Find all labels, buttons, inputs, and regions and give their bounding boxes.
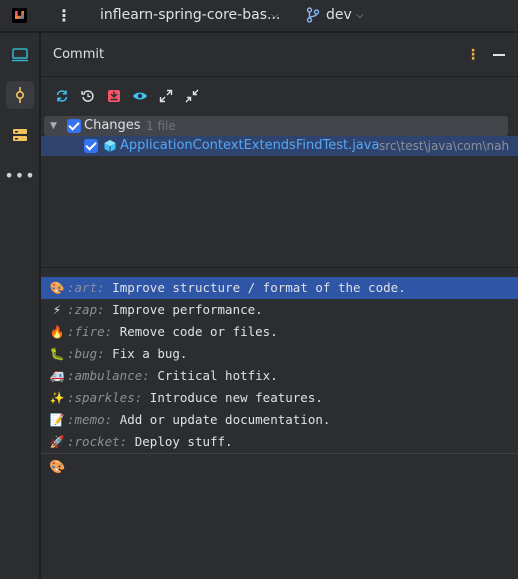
commit-icon xyxy=(16,87,25,103)
gitmoji-text: :memo: Add or update documentation. xyxy=(67,409,330,431)
emoji-icon: 🔥 xyxy=(49,325,65,339)
gitmoji-text: :fire: Remove code or files. xyxy=(67,321,278,343)
changelist-checkbox[interactable] xyxy=(67,119,81,133)
show-diff-icon xyxy=(133,92,147,100)
expand-all-button[interactable] xyxy=(153,85,179,107)
rollback-button[interactable] xyxy=(75,85,101,107)
project-tool-button[interactable] xyxy=(6,41,34,69)
gitmoji-item[interactable]: 📝:memo: Add or update documentation. xyxy=(41,409,518,431)
shelve-icon xyxy=(108,90,120,102)
gitmoji-description: Improve performance. xyxy=(112,302,263,317)
gitmoji-code: :sparkles: xyxy=(67,390,143,405)
gitmoji-code: :memo: xyxy=(67,412,113,427)
changelist-count: 1 file xyxy=(146,119,176,133)
hide-panel-button[interactable] xyxy=(493,54,505,56)
java-test-class-icon xyxy=(104,140,116,152)
changelist-label: Changes xyxy=(84,118,141,133)
commit-toolbar xyxy=(49,85,205,107)
file-checkbox[interactable] xyxy=(84,139,98,153)
structure-tool-button[interactable] xyxy=(6,121,34,149)
file-path: src\test\java\com\nah xyxy=(379,139,510,153)
gitmoji-item[interactable]: 🚑:ambulance: Critical hotfix. xyxy=(41,365,518,387)
show-diff-button[interactable] xyxy=(127,85,153,107)
gitmoji-item[interactable]: ⚡ :zap: Improve performance. xyxy=(41,299,518,321)
commit-tool-button[interactable] xyxy=(6,81,34,109)
panel-title: Commit xyxy=(53,47,105,62)
app-logo-icon xyxy=(12,8,27,23)
changelist-node[interactable]: ▼ Changes 1 file xyxy=(44,116,508,136)
gitmoji-text: :zap: Improve performance. xyxy=(67,299,263,321)
gitmoji-code: :rocket: xyxy=(67,434,128,449)
emoji-icon: 🚑 xyxy=(49,369,65,383)
changed-file-node[interactable]: ApplicationContextExtendsFindTest.java s… xyxy=(41,136,518,156)
file-name: ApplicationContextExtendsFindTest.java xyxy=(120,138,380,153)
gitmoji-description: Fix a bug. xyxy=(112,346,188,361)
project-icon xyxy=(12,48,28,62)
gitmoji-text: :rocket: Deploy stuff. xyxy=(67,431,233,453)
gitmoji-description: Remove code or files. xyxy=(119,324,278,339)
gitmoji-text: :bug: Fix a bug. xyxy=(67,343,187,365)
gitmoji-text: :sparkles: Introduce new features. xyxy=(67,387,323,409)
project-selector[interactable]: inflearn-spring-core-bas... xyxy=(100,5,280,25)
gitmoji-item[interactable]: 🔥:fire: Remove code or files. xyxy=(41,321,518,343)
gitmoji-text: :ambulance: Critical hotfix. xyxy=(67,365,278,387)
collapse-all-button[interactable] xyxy=(179,85,205,107)
gitmoji-code: :ambulance: xyxy=(67,368,150,383)
panel-splitter[interactable] xyxy=(41,267,518,268)
gitmoji-item[interactable]: 🐛:bug: Fix a bug. xyxy=(41,343,518,365)
chevron-down-icon[interactable]: ▼ xyxy=(50,116,57,136)
refresh-icon xyxy=(56,90,68,102)
emoji-icon: 🐛 xyxy=(49,347,65,361)
commit-message-text: 🎨 xyxy=(49,460,66,475)
structure-icon xyxy=(13,129,27,141)
emoji-icon: ✨ xyxy=(49,391,65,405)
refresh-button[interactable] xyxy=(49,85,75,107)
gitmoji-item[interactable]: 🎨:art: Improve structure / format of the… xyxy=(41,277,518,299)
gitmoji-description: Add or update documentation. xyxy=(119,412,331,427)
gitmoji-code: :zap: xyxy=(67,302,105,317)
branch-selector[interactable]: dev xyxy=(326,5,352,25)
expand-all-icon xyxy=(159,89,173,103)
panel-options-button[interactable]: ⋮ xyxy=(465,45,481,65)
git-branch-icon[interactable] xyxy=(306,7,320,23)
commit-message-field[interactable]: 🎨 xyxy=(41,454,518,579)
emoji-icon: 🚀 xyxy=(49,435,65,449)
collapse-all-icon xyxy=(185,89,199,103)
rollback-icon xyxy=(81,90,94,102)
panel-header: Commit ⋮ xyxy=(41,33,518,77)
emoji-icon: 🎨 xyxy=(49,281,65,295)
gitmoji-code: :art: xyxy=(67,280,105,295)
tool-window-strip: ••• xyxy=(0,33,40,579)
chevron-down-icon[interactable]: ⌵ xyxy=(356,6,364,26)
gitmoji-text: :art: Improve structure / format of the … xyxy=(67,277,406,299)
project-name: inflearn-spring-core-bas... xyxy=(100,7,281,23)
more-icon: ••• xyxy=(4,165,36,185)
title-bar: ⋮ inflearn-spring-core-bas... ⌵ dev ⌵ xyxy=(0,0,518,32)
emoji-icon: 📝 xyxy=(49,413,65,427)
commit-panel: Commit ⋮ ▼ Changes 1 file ApplicationCon… xyxy=(41,33,518,579)
main-menu-button[interactable]: ⋮ xyxy=(56,6,72,26)
gitmoji-item[interactable]: ✨:sparkles: Introduce new features. xyxy=(41,387,518,409)
gitmoji-description: Introduce new features. xyxy=(149,390,323,405)
chevron-down-icon[interactable]: ⌵ xyxy=(271,6,279,26)
more-tools-button[interactable]: ••• xyxy=(4,161,36,189)
shelve-button[interactable] xyxy=(101,85,127,107)
gitmoji-code: :bug: xyxy=(67,346,105,361)
gitmoji-description: Deploy stuff. xyxy=(134,434,233,449)
changes-tree: ▼ Changes 1 file ApplicationContextExten… xyxy=(41,115,518,267)
gitmoji-code: :fire: xyxy=(67,324,113,339)
emoji-icon: ⚡ xyxy=(52,303,62,317)
gitmoji-completion-list: 🎨:art: Improve structure / format of the… xyxy=(41,277,518,453)
gitmoji-item[interactable]: 🚀:rocket: Deploy stuff. xyxy=(41,431,518,453)
gitmoji-description: Improve structure / format of the code. xyxy=(112,280,406,295)
gitmoji-description: Critical hotfix. xyxy=(157,368,278,383)
